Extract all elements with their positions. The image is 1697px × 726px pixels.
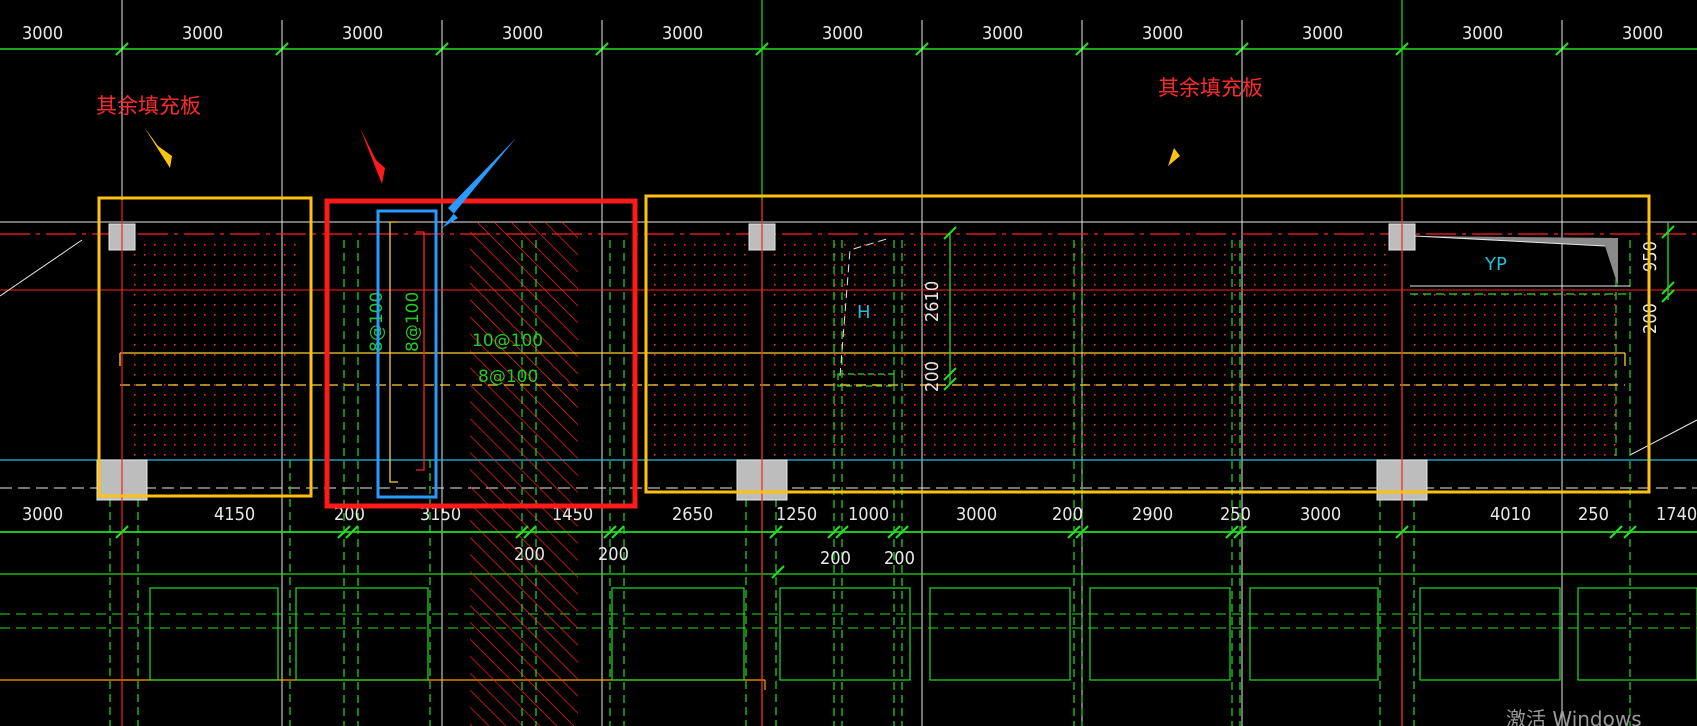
arrow-blue-icon: [442, 138, 516, 228]
bottom-dim-row2-200-a: 200: [514, 544, 545, 565]
bottom-dim-row2-200-b: 200: [598, 544, 629, 565]
cad-drawing-canvas[interactable]: 3000 3000 3000 3000 3000 3000 3000 3000 …: [0, 0, 1697, 726]
rebar-label-vertical-2: 8@100: [403, 292, 423, 352]
dim-2610: 2610: [922, 281, 943, 322]
bottom-dim-4150: 4150: [214, 504, 255, 525]
label-h: H: [857, 302, 871, 323]
note-left: 其余填充板: [96, 94, 201, 118]
bottom-dim-1250: 1250: [776, 504, 817, 525]
arrow-yellow-left-icon: [144, 127, 172, 168]
top-dim-8: 3000: [1142, 23, 1183, 44]
top-dimension-chain: 3000 3000 3000 3000 3000 3000 3000 3000 …: [0, 23, 1697, 56]
arrow-yellow-right-icon: [1168, 106, 1188, 166]
rebar-label-h-1: 10@100: [472, 331, 543, 351]
bottom-dimension-chain: 3000 4150 200 3150 1450 2650 1250 1000 3…: [0, 504, 1697, 579]
bottom-dim-250-b: 250: [1578, 504, 1609, 525]
top-dim-9: 3000: [1302, 23, 1343, 44]
label-yp: YP: [1484, 254, 1507, 275]
arrow-red-icon: [360, 128, 385, 184]
top-dim-3: 3000: [342, 23, 383, 44]
bottom-dim-3000: 3000: [22, 504, 63, 525]
top-dim-7: 3000: [982, 23, 1023, 44]
top-dim-1: 3000: [22, 23, 63, 44]
bottom-dim-1000: 1000: [848, 504, 889, 525]
bottom-dim-3000-b: 3000: [956, 504, 997, 525]
bottom-dim-tick: [771, 565, 785, 579]
top-dim-2: 3000: [182, 23, 223, 44]
bottom-dim-2900: 2900: [1132, 504, 1173, 525]
bottom-dim-1740: 1740: [1656, 504, 1697, 525]
bottom-dim-2650: 2650: [672, 504, 713, 525]
top-dim-4: 3000: [502, 23, 543, 44]
bottom-dim-4010: 4010: [1490, 504, 1531, 525]
top-dim-6: 3000: [822, 23, 863, 44]
windows-activation-watermark: 激活 Windows: [1506, 707, 1642, 726]
bottom-dim-row2-200-d: 200: [884, 548, 915, 569]
bottom-dim-250-a: 250: [1220, 504, 1251, 525]
top-dim-10: 3000: [1462, 23, 1503, 44]
bottom-dim-200-b: 200: [1052, 504, 1083, 525]
note-right: 其余填充板: [1158, 76, 1263, 100]
lower-grid-cells: [149, 587, 1697, 681]
top-dim-11: 3000: [1622, 23, 1663, 44]
callout-box-blue[interactable]: [376, 209, 438, 499]
top-dim-5: 3000: [662, 23, 703, 44]
yp-region: YP: [1410, 235, 1630, 287]
rebar-label-h-2: 8@100: [478, 367, 538, 387]
bottom-dim-row2-200-c: 200: [820, 548, 851, 569]
dim-200-mid: 200: [922, 361, 943, 392]
bottom-dim-3000-c: 3000: [1300, 504, 1341, 525]
